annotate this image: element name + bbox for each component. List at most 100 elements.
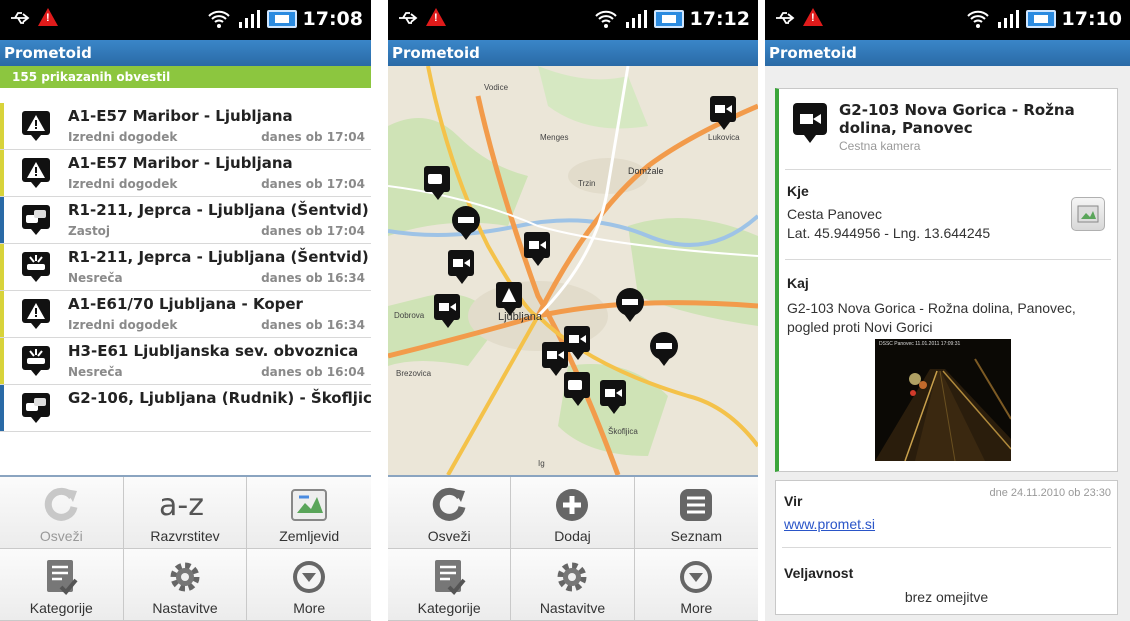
clock: 17:10: [1061, 8, 1122, 30]
clock: 17:08: [302, 8, 363, 30]
map-label: Lukovica: [708, 133, 740, 142]
warning-icon: [22, 111, 50, 141]
menu-label: Kategorije: [417, 600, 481, 616]
source-card: Vir dne 24.11.2010 ob 23:30 www.promet.s…: [775, 480, 1118, 615]
item-time: danes ob 16:34: [261, 318, 365, 332]
divider: [785, 259, 1111, 260]
category-stripe: [0, 103, 4, 149]
list-item[interactable]: H3-E61 Ljubljanska sev. obvoznica Nesreča…: [0, 338, 371, 385]
list-item[interactable]: A1-E57 Maribor - Ljubljana Izredni dogode…: [0, 150, 371, 197]
refresh-button[interactable]: Osveži: [388, 477, 512, 549]
where-coordinates: Lat. 45.944956 - Lng. 13.644245: [787, 225, 991, 241]
category-stripe: [0, 197, 4, 243]
warning-icon: [426, 8, 446, 26]
warning-icon: [803, 8, 823, 26]
menu-label: Kategorije: [29, 600, 93, 616]
refresh-icon: [432, 487, 466, 521]
refresh-icon: [45, 487, 78, 521]
map-label: Ljubljana: [498, 311, 543, 323]
category-stripe: [0, 385, 4, 431]
battery-icon: [1025, 10, 1056, 28]
app-title: Prometoid: [765, 40, 1130, 66]
options-menu: Osveži a-z Razvrstitev Zemljevid Kategor…: [0, 475, 371, 621]
warning-icon: [22, 299, 50, 329]
map-label: Domžale: [628, 166, 664, 176]
item-time: danes ob 17:04: [261, 177, 365, 191]
app-title: Prometoid: [388, 40, 758, 66]
map-button[interactable]: Zemljevid: [247, 477, 371, 549]
map-label: Trzin: [578, 179, 595, 188]
categories-button[interactable]: Kategorije: [0, 549, 124, 621]
more-button[interactable]: More: [634, 549, 758, 621]
map-label: Vodice: [484, 83, 509, 92]
item-time: danes ob 16:04: [261, 365, 365, 379]
status-bar: 17:12: [388, 0, 758, 40]
detail-subtitle: Cestna kamera: [839, 139, 921, 153]
gear-icon: [170, 562, 200, 592]
map-view[interactable]: Vodice Menges Domžale Trzin Lukovica Dob…: [388, 66, 758, 475]
usb-icon: [11, 12, 30, 24]
status-bar: 17:08: [0, 0, 371, 40]
show-on-map-button[interactable]: [1071, 197, 1105, 231]
item-type: Nesreča: [68, 271, 123, 285]
source-link[interactable]: www.promet.si: [784, 515, 875, 533]
menu-label: More: [680, 600, 713, 616]
item-title: R1-211, Jeprca - Ljubljana (Šentvid): [68, 248, 369, 266]
map-icon: [1077, 205, 1099, 223]
traffic-jam-icon: [22, 393, 50, 423]
more-button[interactable]: More: [247, 549, 371, 621]
camera-image[interactable]: DSSC Panovec 11.01.2011 17:09:31: [875, 339, 1011, 461]
source-date: dne 24.11.2010 ob 23:30: [989, 487, 1111, 499]
detail-card: G2-103 Nova Gorica - Rožna dolina, Panov…: [775, 88, 1118, 472]
menu-label: More: [293, 600, 326, 616]
map-label: Škofljica: [608, 427, 638, 436]
divider: [785, 169, 1111, 170]
item-title: G2-106, Ljubljana (Rudnik) - Škofljica: [68, 389, 371, 407]
wifi-icon: [966, 10, 989, 28]
notice-count: 155 prikazanih obvestil: [0, 66, 371, 88]
list-item[interactable]: A1-E61/70 Ljubljana - Koper Izredni dogod…: [0, 291, 371, 338]
item-time: danes ob 16:34: [261, 271, 365, 285]
signal-icon: [625, 10, 647, 28]
settings-button[interactable]: Nastavitve: [123, 549, 248, 621]
camera-caption: DSSC Panovec 11.01.2011 17:09:31: [879, 341, 961, 347]
checklist-icon: [435, 560, 466, 595]
menu-label: Osveži: [39, 528, 83, 544]
item-title: A1-E61/70 Ljubljana - Koper: [68, 295, 303, 313]
sort-button[interactable]: a-z Razvrstitev: [123, 477, 248, 549]
usb-icon: [776, 12, 795, 24]
notice-list: A1-E57 Maribor - Ljubljana Izredni dogode…: [0, 103, 371, 475]
item-title: H3-E61 Ljubljanska sev. obvoznica: [68, 342, 359, 360]
camera-icon: [793, 103, 827, 143]
gear-icon: [557, 562, 587, 592]
categories-button[interactable]: Kategorije: [388, 549, 512, 621]
clock: 17:12: [689, 8, 750, 30]
item-type: Zastoj: [68, 224, 111, 238]
item-type: Nesreča: [68, 365, 123, 379]
list-item[interactable]: G2-106, Ljubljana (Rudnik) - Škofljica: [0, 385, 371, 432]
refresh-button[interactable]: Osveži: [0, 477, 124, 549]
wifi-icon: [207, 10, 230, 28]
options-menu: Osveži Dodaj Seznam Kategorije Nastavitv…: [388, 475, 758, 621]
list-item[interactable]: R1-211, Jeprca - Ljubljana (Šentvid) Nesr…: [0, 244, 371, 291]
add-button[interactable]: Dodaj: [511, 477, 635, 549]
what-description-line2: pogled proti Novi Gorici: [787, 319, 933, 335]
accident-icon: [22, 252, 50, 282]
category-stripe: [0, 338, 4, 384]
where-heading: Kje: [787, 183, 809, 199]
list-item[interactable]: R1-211, Jeprca - Ljubljana (Šentvid) Zast…: [0, 197, 371, 244]
app-title: Prometoid: [0, 40, 371, 66]
item-title: A1-E57 Maribor - Ljubljana: [68, 154, 293, 172]
settings-button[interactable]: Nastavitve: [511, 549, 635, 621]
map-icon: [291, 489, 328, 521]
menu-label: Razvrstitev: [150, 528, 220, 544]
battery-icon: [266, 10, 297, 28]
list-item[interactable]: A1-E57 Maribor - Ljubljana Izredni dogode…: [0, 103, 371, 150]
menu-label: Dodaj: [554, 528, 591, 544]
map-label: Dobrova: [394, 311, 425, 320]
battery-icon: [653, 10, 684, 28]
list-button[interactable]: Seznam: [634, 477, 758, 549]
what-heading: Kaj: [787, 275, 809, 291]
menu-label: Seznam: [670, 528, 722, 544]
status-bar: 17:10: [765, 0, 1130, 40]
